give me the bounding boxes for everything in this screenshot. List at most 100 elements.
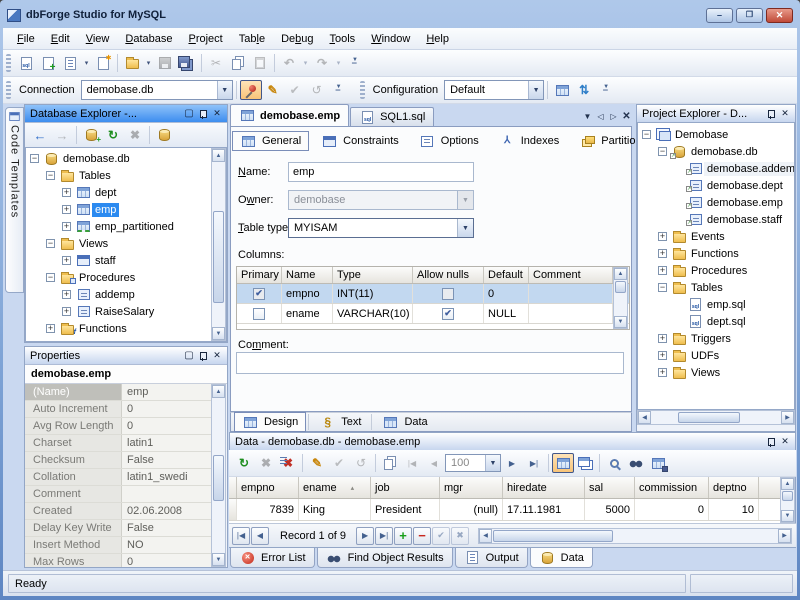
- new-connection-icon[interactable]: +: [80, 125, 102, 145]
- copy-data-icon[interactable]: [379, 453, 401, 473]
- property-row-charset[interactable]: Charset latin1: [25, 435, 211, 452]
- tab-general[interactable]: General: [232, 131, 310, 151]
- append-record-icon[interactable]: [394, 526, 413, 545]
- database-tree-item-demobase-db[interactable]: − demobase.db: [26, 150, 226, 167]
- refresh-data-icon[interactable]: ↻: [233, 453, 255, 473]
- menu-tools[interactable]: Tools: [322, 30, 364, 48]
- title-bar[interactable]: dbForge Studio for MySQL: [3, 3, 797, 27]
- allow-nulls-checkbox[interactable]: [442, 307, 454, 320]
- close-window-icon[interactable]: [766, 7, 793, 23]
- property-row-name[interactable]: (Name) emp: [25, 384, 211, 401]
- column-header-allow-nulls[interactable]: Allow nulls: [413, 267, 484, 283]
- view-tab-design[interactable]: Design: [234, 412, 307, 432]
- view-tab-text[interactable]: § Text: [311, 412, 369, 432]
- project-tree-hscrollbar[interactable]: ◀ ▶: [637, 410, 795, 425]
- data-panel-header[interactable]: Data - demobase.db - demobase.emp: [230, 433, 795, 451]
- scroll-down-icon[interactable]: ▼: [212, 327, 225, 340]
- collapse-icon[interactable]: −: [46, 273, 55, 282]
- find-data-icon[interactable]: [625, 453, 647, 473]
- new-object-icon[interactable]: [37, 53, 59, 73]
- code-templates-tab[interactable]: Code Templates: [5, 107, 24, 293]
- database-tree-item-views[interactable]: − Views: [26, 235, 226, 252]
- collapse-icon[interactable]: −: [46, 239, 55, 248]
- column-name-cell[interactable]: empno: [282, 284, 333, 303]
- panel-maximize-icon[interactable]: [182, 107, 196, 120]
- table-type-combo[interactable]: MYISAM ▼: [288, 218, 474, 238]
- menu-project[interactable]: Project: [180, 30, 230, 48]
- database-tree-item-tables[interactable]: − Tables: [26, 167, 226, 184]
- panel-close-icon[interactable]: [210, 107, 224, 120]
- scroll-left-icon[interactable]: ◀: [479, 528, 493, 543]
- property-row-comment[interactable]: Comment: [25, 486, 211, 503]
- data-header-commission[interactable]: commission: [635, 477, 709, 498]
- first-record-icon[interactable]: [232, 526, 250, 545]
- collapse-icon[interactable]: −: [30, 154, 39, 163]
- project-tree-item-events[interactable]: + Events: [638, 228, 794, 245]
- edit-connection-icon[interactable]: ✎: [262, 80, 284, 100]
- last-page-icon[interactable]: ▶|: [523, 453, 545, 473]
- open-file-icon[interactable]: [121, 53, 143, 73]
- synchronize-icon[interactable]: ⇅: [573, 80, 595, 100]
- chevron-down-icon[interactable]: ▼: [485, 455, 500, 471]
- data-header-empno[interactable]: empno: [237, 477, 299, 498]
- allow-nulls-checkbox[interactable]: [442, 287, 454, 300]
- expand-icon[interactable]: +: [658, 351, 667, 360]
- menu-window[interactable]: Window: [363, 30, 418, 48]
- remove-filter-icon[interactable]: ✖: [277, 453, 299, 473]
- scroll-left-icon[interactable]: ◀: [638, 411, 651, 424]
- scroll-right-icon[interactable]: ▶: [781, 411, 794, 424]
- project-tree-item-udfs[interactable]: + UDFs: [638, 347, 794, 364]
- collapse-icon[interactable]: −: [642, 130, 651, 139]
- tab-options[interactable]: Options: [411, 131, 487, 151]
- project-tree-item-procedures[interactable]: + Procedures: [638, 262, 794, 279]
- tab-indexes[interactable]: ⅄ Indexes: [491, 131, 568, 151]
- collapse-icon[interactable]: −: [658, 147, 667, 156]
- property-row-checksum[interactable]: Checksum False: [25, 452, 211, 469]
- project-tree-item-demobase[interactable]: − Demobase: [638, 126, 794, 143]
- card-view-icon[interactable]: [574, 453, 596, 473]
- data-cell-deptno[interactable]: 10: [709, 499, 759, 520]
- database-tree-item-dept[interactable]: + dept: [26, 184, 226, 201]
- property-row-created[interactable]: Created 02.06.2008: [25, 503, 211, 520]
- property-row-max-rows[interactable]: Max Rows 0: [25, 554, 211, 567]
- document-list-icon[interactable]: ▼: [582, 112, 593, 121]
- table-comment-input[interactable]: [236, 352, 624, 374]
- data-cell-hiredate[interactable]: 17.11.1981: [503, 499, 585, 520]
- data-header-sal[interactable]: sal: [585, 477, 635, 498]
- panel-close-icon[interactable]: [778, 107, 792, 120]
- last-record-icon[interactable]: [375, 526, 394, 545]
- properties-scrollbar[interactable]: ▲ ▼: [211, 384, 226, 567]
- panel-close-icon[interactable]: [210, 349, 224, 362]
- toolbar-grip[interactable]: [6, 81, 11, 99]
- grid-view-icon[interactable]: [552, 453, 574, 473]
- open-file-dropdown-icon[interactable]: ▾: [143, 53, 154, 73]
- expand-icon[interactable]: +: [62, 222, 71, 231]
- prev-record-icon[interactable]: [251, 526, 269, 545]
- property-row-auto-increment[interactable]: Auto Increment 0: [25, 401, 211, 418]
- data-cell-empno[interactable]: 7839: [237, 499, 299, 520]
- expand-icon[interactable]: +: [658, 249, 667, 258]
- scroll-right-icon[interactable]: ▶: [778, 528, 791, 543]
- expand-icon[interactable]: +: [658, 334, 667, 343]
- database-tree-item-raisesalary[interactable]: + RaiseSalary: [26, 303, 226, 320]
- primary-key-checkbox[interactable]: [253, 287, 265, 300]
- column-header-default[interactable]: Default: [484, 267, 529, 283]
- data-grid-scrollbar[interactable]: ▲ ▼: [780, 477, 795, 523]
- expand-icon[interactable]: +: [62, 256, 71, 265]
- expand-icon[interactable]: +: [62, 188, 71, 197]
- chevron-down-icon[interactable]: ▼: [457, 219, 473, 237]
- menu-debug[interactable]: Debug: [273, 30, 321, 48]
- column-row-empno[interactable]: empnoINT(11) 0: [237, 284, 629, 304]
- column-type-cell[interactable]: VARCHAR(10): [333, 304, 413, 323]
- expand-icon[interactable]: +: [62, 290, 71, 299]
- panel-maximize-icon[interactable]: [182, 349, 196, 362]
- scroll-thumb[interactable]: [782, 491, 793, 501]
- project-tree-item-demobase-addemp[interactable]: demobase.addemp: [638, 160, 794, 177]
- columns-grid[interactable]: Primary Name Type Allow nulls Default Comment…: [236, 266, 630, 330]
- property-row-collation[interactable]: Collation latin1_swedi: [25, 469, 211, 486]
- column-default-cell[interactable]: NULL: [484, 304, 529, 323]
- scroll-up-icon[interactable]: ▲: [781, 478, 794, 490]
- copy-database-icon[interactable]: [153, 125, 175, 145]
- scroll-tabs-right-icon[interactable]: ▷: [608, 112, 619, 121]
- expand-icon[interactable]: +: [658, 368, 667, 377]
